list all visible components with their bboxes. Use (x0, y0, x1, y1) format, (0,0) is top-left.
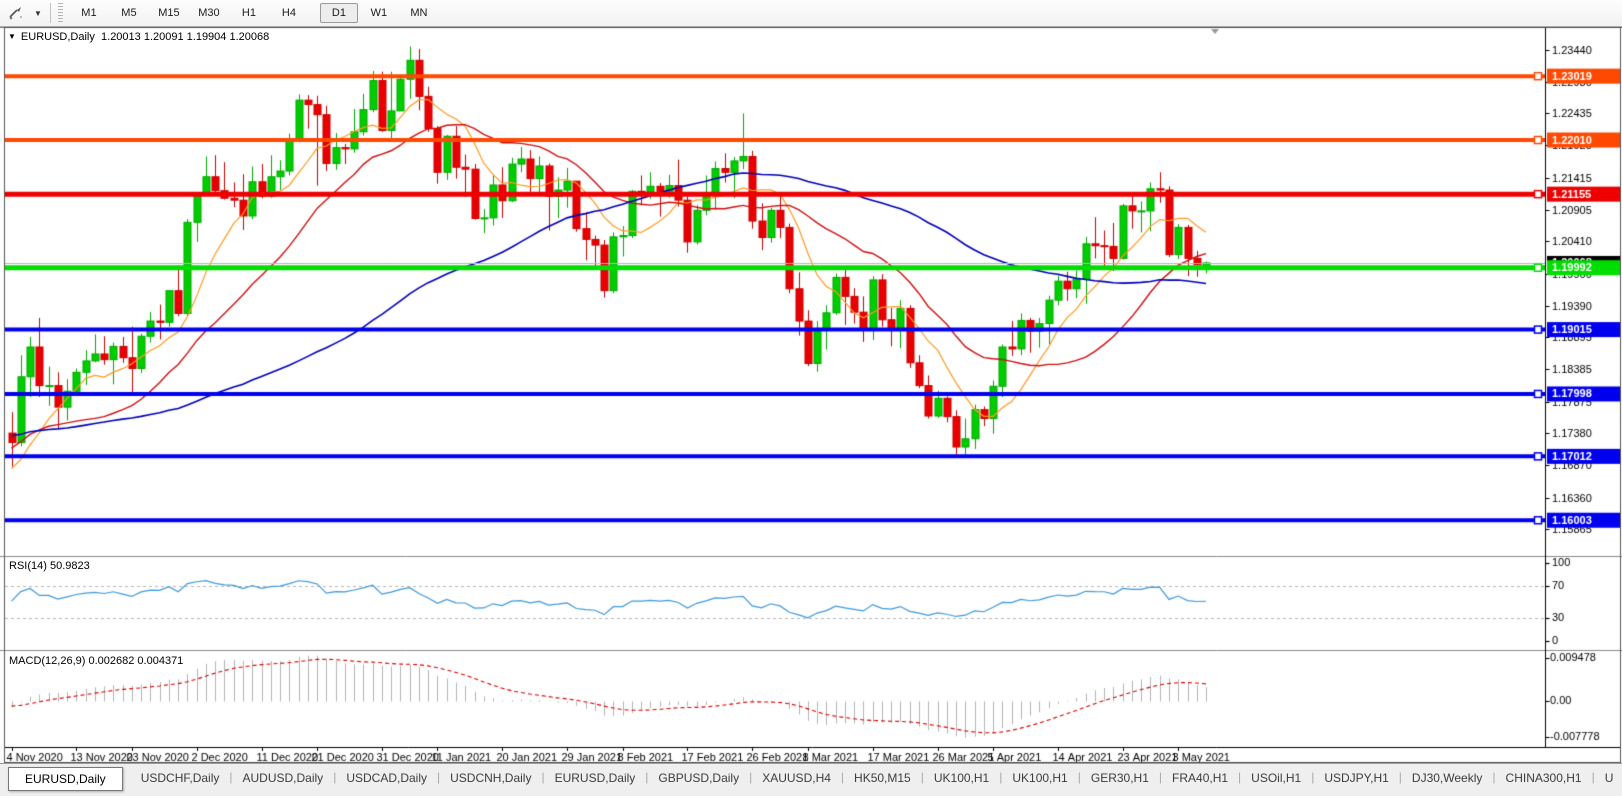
tab-usdjpy-h1[interactable]: USDJPY,H1 (1314, 767, 1398, 789)
tab-items: EURUSD,DailyUSDCHF,Daily|AUDUSD,Daily|US… (8, 767, 1622, 791)
timeframe-button-m1[interactable]: M1 (70, 3, 108, 23)
collapse-icon[interactable]: ▼ (8, 32, 16, 41)
tab-ger30-h1[interactable]: GER30,H1 (1081, 767, 1159, 789)
draw-cursor-tool-button[interactable] (4, 2, 28, 24)
tab-usoil-h1[interactable]: USOil,H1 (1241, 767, 1311, 789)
tab-dj30-weekly[interactable]: DJ30,Weekly (1402, 767, 1492, 789)
tab-eurusd-daily[interactable]: EURUSD,Daily (8, 767, 123, 791)
toolbar-separator (50, 3, 51, 23)
chart-title: ▼ EURUSD,Daily 1.20013 1.20091 1.19904 1.… (8, 31, 269, 43)
tab-usdcnh-daily[interactable]: USDCNH,Daily (440, 767, 541, 789)
rsi-value: 50.9823 (50, 560, 90, 572)
tab-u[interactable]: U (1595, 767, 1622, 789)
timeframe-button-w1[interactable]: W1 (360, 3, 398, 23)
tab-uk100-h1[interactable]: UK100,H1 (924, 767, 999, 789)
rsi-label: RSI(14) (9, 560, 47, 572)
tab-audusd-daily[interactable]: AUDUSD,Daily (233, 767, 334, 789)
tab-hk50-m15[interactable]: HK50,M15 (844, 767, 921, 789)
timeframe-button-d1[interactable]: D1 (320, 3, 358, 23)
macd-label: MACD(12,26,9) (9, 655, 85, 667)
timeframe-button-m5[interactable]: M5 (110, 3, 148, 23)
tab-uk100-h1[interactable]: UK100,H1 (1002, 767, 1077, 789)
timeframe-button-m15[interactable]: M15 (150, 3, 188, 23)
timeframe-button-mn[interactable]: MN (400, 3, 438, 23)
tab-bar: EURUSD,DailyUSDCHF,Daily|AUDUSD,Daily|US… (0, 763, 1622, 796)
chart-canvas[interactable] (0, 27, 1622, 763)
tab-gbpusd-daily[interactable]: GBPUSD,Daily (648, 767, 749, 789)
top-toolbar: ▼ M1M5M15M30H1H4 D1W1MN (0, 0, 1622, 27)
timeframe-button-h4[interactable]: H4 (270, 3, 308, 23)
macd-indicator-header: MACD(12,26,9) 0.002682 0.004371 (9, 655, 183, 667)
rsi-indicator-header: RSI(14) 50.9823 (9, 560, 90, 572)
tab-xauusd-h4[interactable]: XAUUSD,H4 (752, 767, 841, 789)
toolbar-grip[interactable] (58, 3, 63, 23)
chart-window: ▼ EURUSD,Daily 1.20013 1.20091 1.19904 1.… (0, 27, 1622, 763)
draw-cursor-icon (8, 5, 24, 21)
tool-dropdown-arrow[interactable]: ▼ (31, 7, 45, 20)
tab-china300-h1[interactable]: CHINA300,H1 (1496, 767, 1592, 789)
tab-usdcad-daily[interactable]: USDCAD,Daily (336, 767, 437, 789)
tab-eurusd-daily[interactable]: EURUSD,Daily (545, 767, 646, 789)
chart-symbol-label: EURUSD,Daily (21, 31, 95, 43)
tab-fra40-h1[interactable]: FRA40,H1 (1162, 767, 1238, 789)
timeframe-button-group: M1M5M15M30H1H4 D1W1MN (69, 3, 439, 23)
mt4-terminal: { "toolbar": { "tool_button_icon": "draw… (0, 0, 1622, 796)
chart-ohlc-values: 1.20013 1.20091 1.19904 1.20068 (101, 31, 269, 43)
timeframe-button-m30[interactable]: M30 (190, 3, 228, 23)
tab-usdchf-daily[interactable]: USDCHF,Daily (131, 767, 230, 789)
macd-value: 0.002682 0.004371 (88, 655, 183, 667)
timeframe-button-h1[interactable]: H1 (230, 3, 268, 23)
